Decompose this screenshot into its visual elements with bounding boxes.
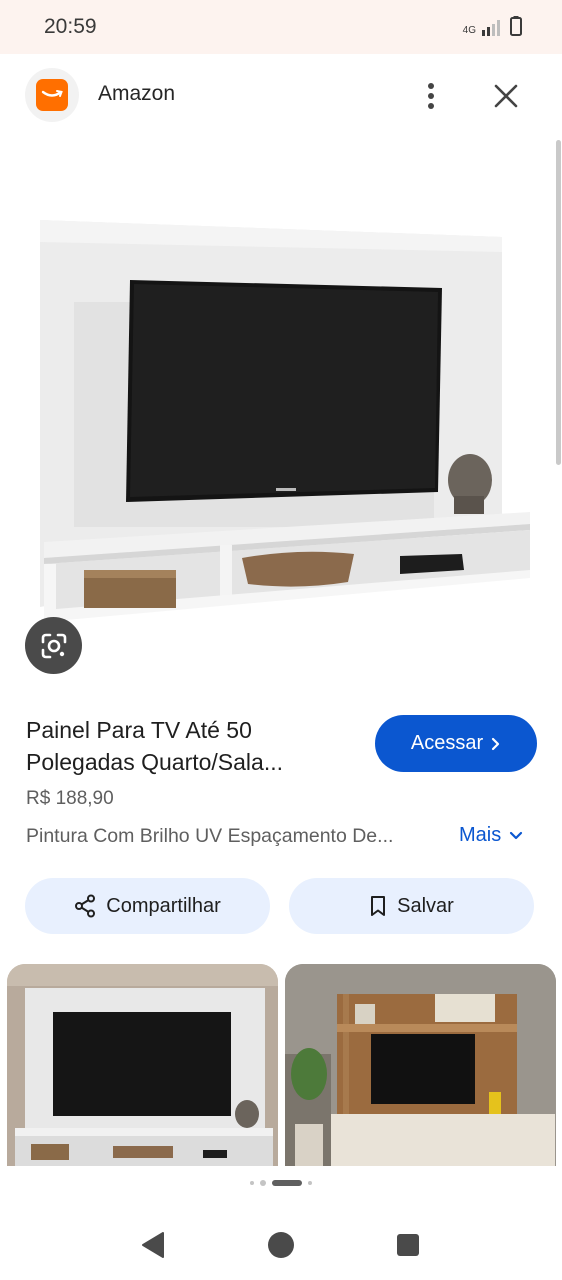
share-button-label: Compartilhar [106, 894, 221, 917]
chevron-down-icon [510, 831, 523, 839]
google-lens-button[interactable] [25, 617, 82, 674]
site-name[interactable]: Amazon [98, 82, 175, 106]
home-button[interactable] [261, 1230, 301, 1260]
close-icon [494, 84, 518, 108]
recents-square-icon [397, 1234, 419, 1256]
share-icon [75, 894, 96, 918]
back-triangle-icon [142, 1232, 164, 1258]
source-header: Amazon [0, 54, 562, 136]
status-time: 20:59 [44, 15, 97, 38]
close-button[interactable] [488, 76, 524, 116]
carousel-dot [250, 1181, 254, 1185]
save-button[interactable]: Salvar [289, 878, 534, 934]
recents-button[interactable] [388, 1230, 428, 1260]
more-options-button[interactable] [416, 76, 446, 116]
carousel-dot [308, 1181, 312, 1185]
bookmark-icon [371, 896, 386, 916]
related-image-2[interactable] [285, 964, 556, 1166]
signal-icon [482, 20, 500, 36]
carousel-dot-active [272, 1180, 302, 1186]
more-vert-icon [428, 83, 434, 109]
visit-button[interactable]: Acessar [375, 715, 537, 772]
chevron-right-icon [492, 737, 500, 750]
scrollbar[interactable] [556, 140, 561, 465]
carousel-dot [260, 1180, 266, 1186]
product-title[interactable]: Painel Para TV Até 50 Polegadas Quarto/S… [26, 714, 356, 778]
home-circle-icon [268, 1232, 294, 1258]
source-logo[interactable] [25, 68, 79, 122]
save-button-label: Salvar [397, 894, 454, 917]
related-images [0, 964, 562, 1166]
status-bar: 20:59 4G [0, 0, 562, 54]
back-button[interactable] [132, 1230, 172, 1260]
product-description: Pintura Com Brilho UV Espaçamento De... [26, 825, 394, 847]
carousel-indicator [0, 1180, 562, 1186]
lens-icon [41, 633, 66, 658]
battery-icon [510, 16, 522, 36]
status-icons: 4G [463, 16, 522, 36]
amazon-logo-icon [36, 79, 68, 111]
product-image[interactable] [36, 212, 536, 632]
share-button[interactable]: Compartilhar [25, 878, 270, 934]
network-type-label: 4G [462, 25, 476, 36]
system-nav-bar [0, 1212, 562, 1280]
product-price: R$ 188,90 [26, 788, 114, 809]
more-details-button[interactable]: Mais [459, 824, 523, 847]
visit-button-label: Acessar [410, 732, 484, 754]
related-image-1[interactable] [7, 964, 278, 1166]
more-details-label: Mais [459, 824, 502, 846]
